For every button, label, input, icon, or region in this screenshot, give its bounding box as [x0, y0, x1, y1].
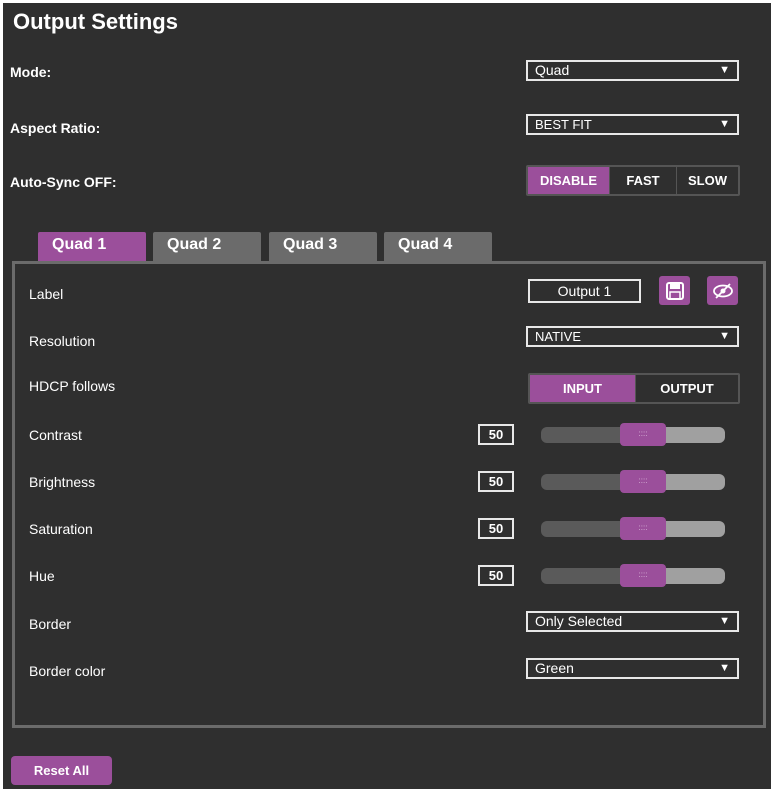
- auto-sync-toggle: DISABLE FAST SLOW: [526, 165, 740, 196]
- hdcp-toggle: INPUT OUTPUT: [528, 373, 740, 404]
- slider-thumb[interactable]: ::::: [620, 423, 666, 446]
- chevron-down-icon: ▼: [719, 615, 730, 627]
- border-color-select[interactable]: Green ▼: [526, 658, 739, 679]
- auto-sync-fast-button[interactable]: FAST: [610, 167, 677, 194]
- tab-quad-4[interactable]: Quad 4: [384, 232, 492, 263]
- hdcp-output-button[interactable]: OUTPUT: [636, 375, 738, 402]
- hue-value[interactable]: 50: [478, 565, 514, 586]
- mode-select-value: Quad: [535, 62, 570, 78]
- mode-select[interactable]: Quad ▼: [526, 60, 739, 81]
- hue-label: Hue: [29, 568, 55, 584]
- tab-quad-2[interactable]: Quad 2: [153, 232, 261, 263]
- resolution-select[interactable]: NATIVE ▼: [526, 326, 739, 347]
- brightness-label: Brightness: [29, 474, 96, 490]
- resolution-label: Resolution: [29, 333, 96, 349]
- grip-icon: ::::: [638, 523, 648, 532]
- hdcp-input-button[interactable]: INPUT: [530, 375, 636, 402]
- label-input[interactable]: Output 1: [528, 279, 641, 303]
- grip-icon: ::::: [638, 429, 648, 438]
- contrast-value[interactable]: 50: [478, 424, 514, 445]
- chevron-down-icon: ▼: [719, 118, 730, 130]
- hide-label-button[interactable]: [707, 276, 738, 305]
- brightness-slider[interactable]: ::::: [541, 470, 725, 493]
- eye-off-icon: [712, 282, 733, 299]
- hue-slider[interactable]: ::::: [541, 564, 725, 587]
- mode-label: Mode:: [10, 64, 52, 80]
- tab-quad-1[interactable]: Quad 1: [38, 232, 146, 263]
- grip-icon: ::::: [638, 476, 648, 485]
- reset-all-button[interactable]: Reset All: [11, 756, 112, 785]
- border-select[interactable]: Only Selected ▼: [526, 611, 739, 632]
- tab-quad-3[interactable]: Quad 3: [269, 232, 377, 263]
- save-button[interactable]: [659, 276, 690, 305]
- slider-thumb[interactable]: ::::: [620, 564, 666, 587]
- contrast-label: Contrast: [29, 427, 82, 443]
- chevron-down-icon: ▼: [719, 330, 730, 342]
- chevron-down-icon: ▼: [719, 64, 730, 76]
- border-label: Border: [29, 616, 72, 632]
- auto-sync-slow-button[interactable]: SLOW: [677, 167, 738, 194]
- saturation-value[interactable]: 50: [478, 518, 514, 539]
- page-title: Output Settings: [13, 9, 178, 34]
- border-color-label: Border color: [29, 663, 106, 679]
- saturation-slider[interactable]: ::::: [541, 517, 725, 540]
- border-color-select-value: Green: [535, 660, 574, 676]
- grip-icon: ::::: [638, 570, 648, 579]
- slider-thumb[interactable]: ::::: [620, 517, 666, 540]
- auto-sync-disable-button[interactable]: DISABLE: [528, 167, 610, 194]
- slider-thumb[interactable]: ::::: [620, 470, 666, 493]
- chevron-down-icon: ▼: [719, 662, 730, 674]
- auto-sync-label: Auto-Sync OFF:: [10, 174, 117, 190]
- save-icon: [665, 281, 684, 300]
- saturation-label: Saturation: [29, 521, 93, 537]
- resolution-select-value: NATIVE: [535, 329, 581, 344]
- aspect-ratio-select[interactable]: BEST FIT ▼: [526, 114, 739, 135]
- output-settings-panel: Output Settings Mode: Quad ▼ Aspect Rati…: [3, 3, 771, 789]
- aspect-ratio-select-value: BEST FIT: [535, 117, 592, 132]
- hdcp-label: HDCP follows: [29, 378, 116, 394]
- brightness-value[interactable]: 50: [478, 471, 514, 492]
- border-select-value: Only Selected: [535, 613, 623, 629]
- label-field-label: Label: [29, 286, 64, 302]
- contrast-slider[interactable]: ::::: [541, 423, 725, 446]
- aspect-ratio-label: Aspect Ratio:: [10, 120, 101, 136]
